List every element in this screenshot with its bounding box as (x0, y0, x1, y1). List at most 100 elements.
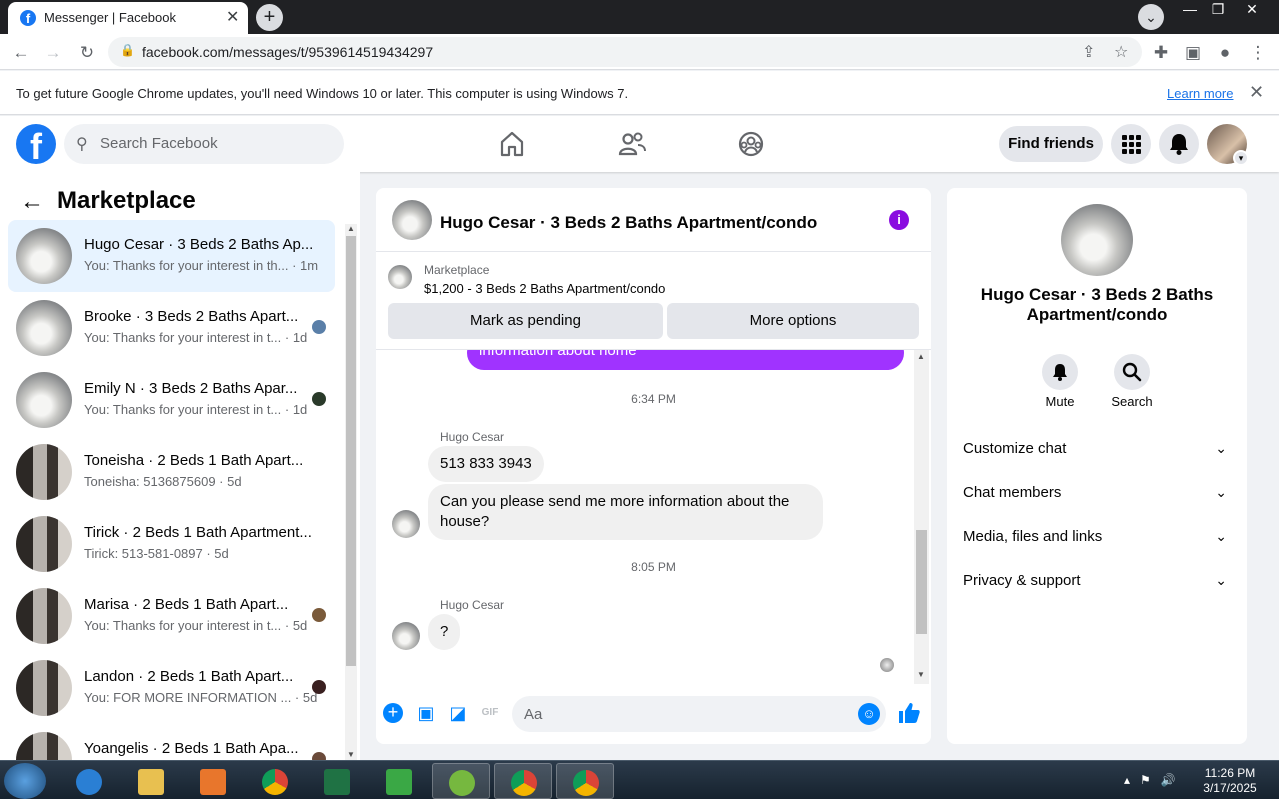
conversation-row[interactable]: Tirick · 2 Beds 1 Bath Apartment... Tiric… (8, 508, 335, 580)
chat-avatar[interactable] (392, 200, 432, 240)
bell-icon (1053, 364, 1067, 381)
listing-thumbnail (16, 444, 72, 500)
conversation-row[interactable]: Toneisha · 2 Beds 1 Bath Apart... Toneish… (8, 436, 335, 508)
account-avatar[interactable]: ▾ (1207, 124, 1249, 166)
start-button[interactable] (4, 763, 46, 799)
tab-search-button[interactable]: ⌄ (1138, 4, 1164, 30)
side-panel-icon[interactable]: ▣ (1182, 42, 1204, 64)
listing-title[interactable]: $1,200 - 3 Beds 2 Baths Apartment/condo (424, 281, 665, 296)
learn-more-link[interactable]: Learn more (1167, 86, 1233, 101)
seen-avatar (312, 680, 326, 694)
info-section-row[interactable]: Media, files and links ⌄ (963, 528, 1231, 552)
sticker-icon[interactable]: ◪ (447, 702, 469, 724)
scrollbar-thumb[interactable] (916, 530, 927, 634)
groups-icon[interactable] (735, 128, 767, 160)
reload-icon[interactable]: ↻ (76, 42, 98, 64)
back-arrow-icon[interactable]: ← (20, 188, 44, 216)
info-section-row[interactable]: Chat members ⌄ (963, 484, 1231, 508)
section-label: Customize chat (963, 440, 1067, 457)
facebook-logo-icon[interactable]: f (16, 124, 56, 167)
marketplace-chat-list: ← Marketplace Hugo Cesar · 3 Beds 2 Bath… (0, 172, 360, 788)
sender-avatar[interactable] (392, 510, 420, 538)
info-section-row[interactable]: Privacy & support ⌄ (963, 572, 1231, 596)
new-tab-button[interactable]: + (256, 4, 283, 31)
sent-message-bubble: information about home (467, 350, 904, 370)
taskbar-explorer[interactable] (122, 763, 180, 799)
back-arrow-icon[interactable]: ← (10, 42, 32, 64)
contact-avatar[interactable] (1061, 204, 1133, 276)
find-friends-button[interactable]: Find friends (999, 126, 1103, 162)
gif-icon[interactable]: GIF (479, 702, 501, 724)
home-icon[interactable] (496, 128, 528, 160)
emoji-icon[interactable]: ☺ (858, 703, 880, 725)
taskbar-chrome-window[interactable] (556, 763, 614, 799)
conversation-row[interactable]: Brooke · 3 Beds 2 Baths Apart... You: Tha… (8, 292, 335, 364)
extensions-icon[interactable]: ✚ (1150, 42, 1172, 64)
photo-icon[interactable]: ▣ (415, 702, 437, 724)
menu-grid-button[interactable] (1111, 124, 1151, 164)
search-conversation-button[interactable] (1114, 354, 1150, 390)
info-section-row[interactable]: Customize chat ⌄ (963, 440, 1231, 464)
window-close-button[interactable]: ✕ (1238, 0, 1266, 20)
taskbar-chrome[interactable] (246, 763, 304, 799)
taskbar-excel[interactable] (308, 763, 366, 799)
taskbar-camtasia[interactable] (370, 763, 428, 799)
infobar-close-icon[interactable]: ✕ (1249, 82, 1264, 103)
message-scrollbar[interactable]: ▲ ▼ (914, 350, 929, 684)
scroll-up-icon[interactable]: ▲ (347, 224, 355, 233)
forward-arrow-icon[interactable]: → (42, 42, 64, 64)
mark-as-pending-button[interactable]: Mark as pending (388, 303, 663, 339)
conversation-preview: You: Thanks for your interest in t... · … (84, 330, 308, 345)
taskbar-media[interactable] (184, 763, 242, 799)
conversation-preview: You: Thanks for your interest in th... ·… (84, 258, 319, 273)
chevron-down-icon: ⌄ (1215, 440, 1227, 456)
plus-icon[interactable]: + (383, 703, 403, 723)
chrome-icon (511, 770, 537, 796)
conversation-row[interactable]: Landon · 2 Beds 1 Bath Apart... You: FOR … (8, 652, 335, 724)
section-label: Chat members (963, 484, 1062, 501)
facebook-search-input[interactable]: ⚲ Search Facebook (64, 124, 344, 164)
conversation-row[interactable]: Emily N · 3 Beds 2 Baths Apar... You: Tha… (8, 364, 335, 436)
notifications-button[interactable] (1159, 124, 1199, 164)
scroll-down-icon[interactable]: ▼ (917, 670, 925, 679)
browser-tab[interactable]: f Messenger | Facebook ✕ (8, 2, 248, 34)
scroll-down-icon[interactable]: ▼ (347, 750, 355, 759)
info-icon[interactable]: i (889, 210, 909, 230)
taskbar-clock[interactable]: 11:26 PM 3/17/2025 (1196, 766, 1264, 796)
panel-title: Marketplace (57, 187, 196, 214)
excel-icon (324, 769, 350, 795)
address-bar[interactable]: 🔒 facebook.com/messages/t/95396145194342… (108, 37, 1142, 67)
system-tray[interactable]: ▴ ⚑ 🔊 (1124, 773, 1176, 787)
mute-button[interactable] (1042, 354, 1078, 390)
bookmark-star-icon[interactable]: ☆ (1114, 42, 1128, 62)
conversation-row[interactable]: Hugo Cesar · 3 Beds 2 Baths Ap... You: Th… (8, 220, 335, 292)
clock-date: 3/17/2025 (1203, 781, 1257, 795)
sender-avatar[interactable] (392, 622, 420, 650)
url-text[interactable]: facebook.com/messages/t/9539614519434297 (142, 44, 433, 60)
tab-close-icon[interactable]: ✕ (226, 7, 239, 27)
conversation-name: Marisa · 2 Beds 1 Bath Apart... (84, 596, 289, 613)
menu-kebab-icon[interactable]: ⋮ (1247, 42, 1269, 64)
facebook-favicon-icon: f (20, 10, 36, 26)
lock-icon: 🔒 (120, 43, 135, 57)
more-options-button[interactable]: More options (667, 303, 919, 339)
profile-icon[interactable]: ● (1214, 42, 1236, 64)
taskbar-chrome-window[interactable] (494, 763, 552, 799)
message-input[interactable]: Aa ☺ (512, 696, 886, 732)
conversation-preview: You: FOR MORE INFORMATION ... · 5d (84, 690, 318, 705)
share-icon[interactable]: ⇪ (1082, 42, 1095, 62)
conversation-row[interactable]: Marisa · 2 Beds 1 Bath Apart... You: Than… (8, 580, 335, 652)
chat-list-scrollbar[interactable]: ▲ ▼ (345, 224, 357, 760)
message-thread: information about home 6:34 PM Hugo Cesa… (376, 350, 931, 684)
listing-thumbnail (16, 660, 72, 716)
maximize-button[interactable]: ❐ (1204, 0, 1232, 20)
scroll-up-icon[interactable]: ▲ (917, 352, 925, 361)
scrollbar-thumb[interactable] (346, 236, 356, 666)
chat-title[interactable]: Hugo Cesar · 3 Beds 2 Baths Apartment/co… (440, 213, 817, 233)
taskbar-utorrent[interactable] (432, 763, 490, 799)
minimize-button[interactable]: — (1176, 0, 1204, 20)
friends-icon[interactable] (616, 128, 648, 160)
taskbar-ie[interactable] (60, 763, 118, 799)
listing-thumbnail[interactable] (388, 265, 412, 289)
thumbs-up-icon[interactable] (897, 701, 921, 725)
